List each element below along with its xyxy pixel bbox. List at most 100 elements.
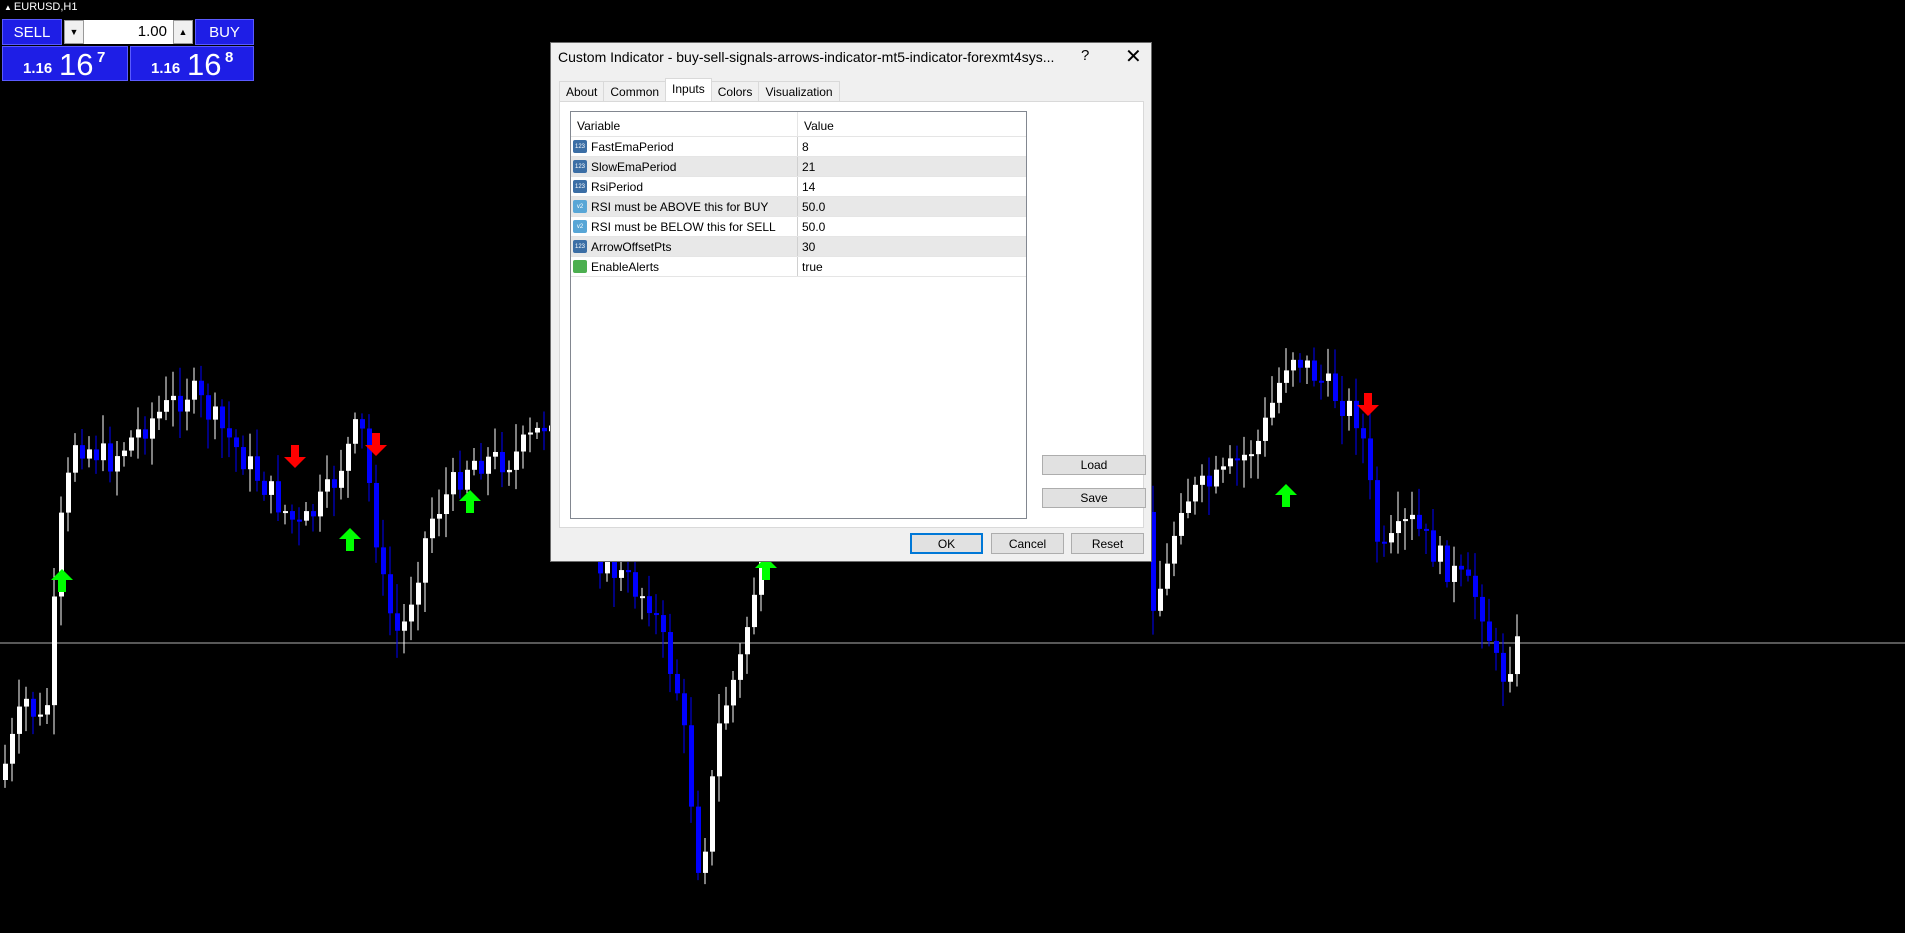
load-button[interactable]: Load bbox=[1042, 455, 1146, 475]
candle-body bbox=[458, 472, 463, 490]
candle-body bbox=[717, 723, 722, 777]
candle-body bbox=[619, 570, 624, 578]
sell-button[interactable]: SELL bbox=[2, 19, 62, 45]
help-icon[interactable]: ? bbox=[1081, 47, 1089, 64]
integer-type-icon: 123 bbox=[573, 160, 587, 173]
ok-button[interactable]: OK bbox=[910, 533, 983, 554]
candle-body bbox=[304, 511, 309, 521]
lot-size-value[interactable]: 1.00 bbox=[138, 23, 167, 40]
candle-body bbox=[360, 419, 365, 429]
candle-body bbox=[451, 472, 456, 495]
lot-decrease-icon[interactable]: ▼ bbox=[64, 20, 84, 44]
tab-visualization[interactable]: Visualization bbox=[758, 81, 840, 102]
buy-price[interactable]: 1.16 16 8 bbox=[130, 46, 254, 82]
input-row[interactable]: EnableAlerts true bbox=[571, 257, 1026, 277]
input-value-cell[interactable]: 14 bbox=[798, 177, 815, 196]
candle-body bbox=[80, 445, 85, 459]
candle-body bbox=[1207, 475, 1212, 487]
tab-about[interactable]: About bbox=[559, 81, 605, 102]
candle-body bbox=[626, 570, 631, 573]
candle-body bbox=[479, 460, 484, 474]
input-value-cell[interactable]: 8 bbox=[798, 137, 809, 156]
input-variable-name: FastEmaPeriod bbox=[591, 139, 674, 154]
candle-body bbox=[395, 613, 400, 631]
cancel-button[interactable]: Cancel bbox=[991, 533, 1064, 554]
candle-body bbox=[724, 705, 729, 724]
collapse-triangle-icon[interactable]: ▲ bbox=[4, 3, 12, 12]
candle-body bbox=[731, 679, 736, 706]
candle-body bbox=[115, 456, 120, 472]
sell-price[interactable]: 1.16 16 7 bbox=[2, 46, 128, 82]
input-row[interactable]: 123 SlowEmaPeriod 21 bbox=[571, 157, 1026, 177]
tab-bar: About Common Inputs Colors Visualization bbox=[559, 78, 840, 102]
close-icon[interactable]: ✕ bbox=[1125, 44, 1142, 69]
column-header-value[interactable]: Value bbox=[798, 112, 834, 136]
tab-common[interactable]: Common bbox=[603, 81, 667, 102]
candle-body bbox=[367, 428, 372, 483]
candle-body bbox=[122, 450, 127, 457]
candle-body bbox=[1445, 545, 1450, 582]
candle-body bbox=[1382, 541, 1387, 544]
candle-body bbox=[437, 514, 442, 519]
input-value-cell[interactable]: 30 bbox=[798, 237, 815, 256]
candle-body bbox=[500, 451, 505, 473]
boolean-type-icon bbox=[573, 260, 587, 273]
candle-body bbox=[668, 632, 673, 674]
column-header-variable[interactable]: Variable bbox=[571, 112, 798, 136]
input-variable-cell: 123 SlowEmaPeriod bbox=[571, 157, 798, 176]
input-variable-name: RSI must be ABOVE this for BUY bbox=[591, 199, 769, 214]
candle-body bbox=[1452, 565, 1457, 582]
candle-body bbox=[710, 776, 715, 852]
double-type-icon: v2 bbox=[573, 200, 587, 213]
candle-body bbox=[1298, 359, 1303, 368]
candle-body bbox=[94, 449, 99, 461]
input-value-cell[interactable]: true bbox=[798, 257, 823, 276]
candle-body bbox=[423, 538, 428, 583]
tab-inputs[interactable]: Inputs bbox=[665, 78, 712, 102]
one-click-trading-panel: SELL ▼ 1.00 ▲ BUY 1.16 16 7 1.16 16 8 bbox=[2, 19, 254, 82]
tab-colors[interactable]: Colors bbox=[710, 81, 760, 102]
input-value-cell[interactable]: 50.0 bbox=[798, 197, 825, 216]
input-row[interactable]: 123 FastEmaPeriod 8 bbox=[571, 137, 1026, 157]
integer-type-icon: 123 bbox=[573, 180, 587, 193]
candle-body bbox=[1389, 533, 1394, 543]
reset-button[interactable]: Reset bbox=[1071, 533, 1144, 554]
candle-body bbox=[1431, 530, 1436, 562]
custom-indicator-dialog: Custom Indicator - buy-sell-signals-arro… bbox=[550, 42, 1152, 562]
candle-body bbox=[640, 596, 645, 599]
input-variable-cell: EnableAlerts bbox=[571, 257, 798, 276]
candle-body bbox=[325, 479, 330, 492]
input-value-cell[interactable]: 50.0 bbox=[798, 217, 825, 236]
candle-body bbox=[1158, 588, 1163, 611]
input-row[interactable]: 123 RsiPeriod 14 bbox=[571, 177, 1026, 197]
symbol-label: ▲ EURUSD,H1 bbox=[4, 1, 78, 13]
candle-body bbox=[10, 733, 15, 764]
candle-body bbox=[1410, 514, 1415, 520]
candle-body bbox=[227, 428, 232, 438]
input-variable-cell: v2 RSI must be ABOVE this for BUY bbox=[571, 197, 798, 216]
lot-increase-icon[interactable]: ▲ bbox=[173, 20, 193, 44]
save-button[interactable]: Save bbox=[1042, 488, 1146, 508]
input-value-cell[interactable]: 21 bbox=[798, 157, 815, 176]
input-row[interactable]: 123 ArrowOffsetPts 30 bbox=[571, 237, 1026, 257]
candle-body bbox=[157, 411, 162, 419]
candle-body bbox=[150, 418, 155, 439]
candle-body bbox=[3, 763, 8, 780]
candle-body bbox=[1235, 458, 1240, 461]
candle-body bbox=[1214, 469, 1219, 487]
candle-body bbox=[1368, 438, 1373, 481]
candle-body bbox=[430, 518, 435, 539]
candle-body bbox=[1256, 440, 1261, 455]
candle-body bbox=[1347, 400, 1352, 416]
candle-body bbox=[1200, 475, 1205, 485]
candle-body bbox=[528, 432, 533, 435]
candle-body bbox=[220, 406, 225, 429]
candle-body bbox=[1186, 501, 1191, 513]
candle-body bbox=[1270, 402, 1275, 418]
input-row[interactable]: v2 RSI must be BELOW this for SELL 50.0 bbox=[571, 217, 1026, 237]
input-row[interactable]: v2 RSI must be ABOVE this for BUY 50.0 bbox=[571, 197, 1026, 217]
candle-body bbox=[472, 460, 477, 470]
candle-body bbox=[1291, 359, 1296, 371]
lot-size-field[interactable]: ▼ 1.00 ▲ bbox=[64, 20, 193, 44]
buy-button[interactable]: BUY bbox=[195, 19, 254, 45]
